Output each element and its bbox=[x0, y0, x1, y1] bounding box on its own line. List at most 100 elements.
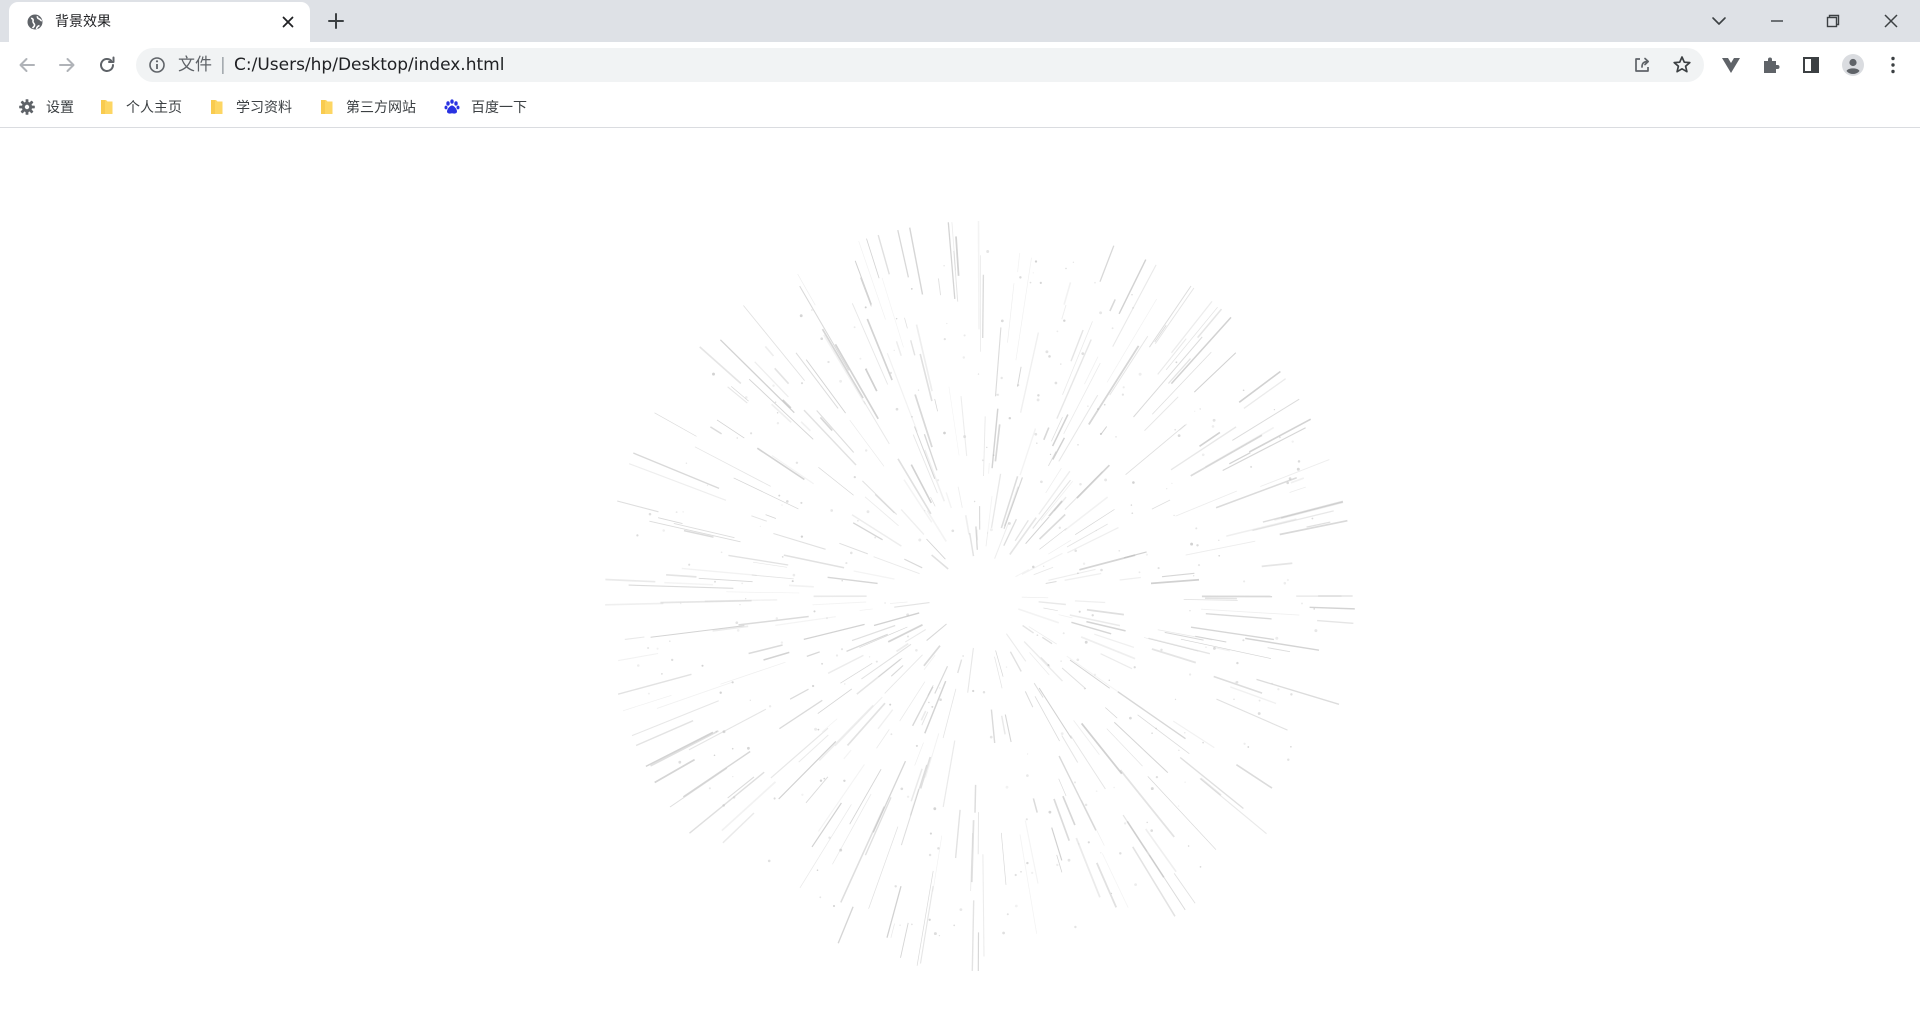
burst-streak bbox=[942, 740, 956, 808]
burst-streak bbox=[1080, 636, 1136, 660]
burst-streak bbox=[937, 278, 942, 296]
burst-streak bbox=[1066, 655, 1121, 694]
burst-dot bbox=[895, 407, 899, 411]
bookmark-folder-thirdparty[interactable]: 第三方网站 bbox=[318, 94, 416, 120]
burst-dot bbox=[1000, 376, 1003, 380]
burst-streak bbox=[886, 352, 918, 432]
burst-streak bbox=[924, 680, 947, 734]
burst-streak bbox=[664, 581, 714, 586]
burst-dot bbox=[1110, 892, 1113, 895]
burst-dot bbox=[1211, 425, 1215, 428]
bookmark-label: 设置 bbox=[46, 100, 74, 116]
burst-dot bbox=[1113, 786, 1115, 789]
bookmark-folder-study[interactable]: 学习资料 bbox=[208, 94, 292, 120]
burst-dot bbox=[1054, 381, 1058, 385]
burst-streak bbox=[931, 554, 949, 570]
burst-dot bbox=[1212, 418, 1216, 422]
burst-dot bbox=[1301, 602, 1303, 605]
info-icon[interactable] bbox=[148, 56, 166, 74]
burst-streak bbox=[1004, 714, 1012, 743]
burst-streak bbox=[669, 767, 728, 808]
burst-dot bbox=[1132, 481, 1135, 484]
bookmark-folder-personal[interactable]: 个人主页 bbox=[98, 94, 182, 120]
burst-dot bbox=[750, 432, 753, 435]
burst-dot bbox=[996, 393, 1000, 396]
burst-dot bbox=[1020, 870, 1022, 873]
menu-kebab-icon[interactable] bbox=[1880, 52, 1906, 78]
close-icon[interactable] bbox=[1878, 8, 1904, 34]
burst-streak bbox=[631, 700, 719, 737]
burst-streak bbox=[1317, 619, 1354, 624]
burst-dot bbox=[1171, 482, 1173, 485]
minimize-icon[interactable] bbox=[1764, 8, 1790, 34]
bookmark-settings[interactable]: 设置 bbox=[18, 94, 74, 120]
burst-streak bbox=[934, 665, 949, 694]
burst-streak bbox=[839, 542, 868, 555]
burst-dot bbox=[1065, 267, 1067, 270]
burst-streak bbox=[1024, 820, 1039, 884]
burst-streak bbox=[1125, 424, 1186, 476]
burst-streak bbox=[657, 517, 683, 525]
burst-streak bbox=[1048, 539, 1072, 555]
burst-dot bbox=[1045, 350, 1049, 354]
burst-dot bbox=[1250, 465, 1253, 468]
tab-close-icon[interactable] bbox=[279, 13, 297, 31]
active-tab[interactable]: 背景效果 bbox=[9, 2, 310, 42]
burst-dot bbox=[1087, 405, 1089, 407]
burst-streak bbox=[853, 570, 895, 580]
burst-streak bbox=[1070, 329, 1084, 362]
burst-dot bbox=[678, 760, 682, 764]
share-icon[interactable] bbox=[1631, 54, 1653, 76]
burst-dot bbox=[906, 795, 910, 798]
burst-dot bbox=[647, 692, 650, 695]
burst-streak bbox=[899, 681, 926, 722]
burst-streak bbox=[932, 835, 943, 892]
burst-streak bbox=[832, 793, 872, 865]
burst-dot bbox=[1026, 753, 1029, 755]
burst-streak bbox=[872, 760, 907, 833]
burst-streak bbox=[806, 651, 820, 658]
tab-title: 背景效果 bbox=[55, 14, 111, 30]
bookmark-star-icon[interactable] bbox=[1671, 54, 1693, 76]
reload-icon[interactable] bbox=[94, 52, 120, 78]
burst-streak bbox=[904, 558, 923, 569]
burst-streak bbox=[605, 578, 656, 583]
forward-icon[interactable] bbox=[54, 52, 80, 78]
burst-streak bbox=[983, 416, 986, 477]
profile-avatar-icon[interactable] bbox=[1840, 52, 1866, 78]
url-text[interactable]: C:/Users/hp/Desktop/index.html bbox=[234, 55, 504, 75]
burst-dot bbox=[823, 777, 826, 780]
burst-streak bbox=[1216, 698, 1288, 731]
burst-streak bbox=[1019, 834, 1038, 934]
burst-dot bbox=[1174, 698, 1177, 701]
burst-streak bbox=[798, 734, 829, 763]
restore-icon[interactable] bbox=[1820, 8, 1846, 34]
burst-dot bbox=[906, 613, 910, 617]
burst-dot bbox=[1150, 787, 1154, 791]
burst-streak bbox=[873, 556, 920, 575]
burst-streak bbox=[1019, 428, 1037, 476]
burst-streak bbox=[748, 378, 814, 440]
burst-streak bbox=[1105, 707, 1118, 719]
back-icon[interactable] bbox=[14, 52, 40, 78]
vuetools-extension-icon[interactable] bbox=[1718, 52, 1744, 78]
burst-streak bbox=[919, 353, 933, 402]
burst-streak bbox=[727, 776, 755, 799]
burst-streak bbox=[982, 854, 985, 957]
burst-streak bbox=[726, 591, 800, 594]
burst-streak bbox=[876, 729, 890, 749]
extensions-puzzle-icon[interactable] bbox=[1758, 52, 1784, 78]
burst-streak bbox=[909, 227, 924, 295]
burst-streak bbox=[1028, 626, 1057, 645]
burst-streak bbox=[774, 367, 790, 385]
burst-streak bbox=[877, 709, 894, 730]
burst-dot bbox=[1297, 460, 1301, 463]
new-tab-icon[interactable] bbox=[325, 10, 347, 32]
burst-dot bbox=[1014, 873, 1017, 877]
tab-search-icon[interactable] bbox=[1706, 8, 1732, 34]
bookmark-baidu[interactable]: 百度一下 bbox=[443, 94, 527, 120]
side-panel-icon[interactable] bbox=[1798, 52, 1824, 78]
burst-streak bbox=[1009, 651, 1022, 672]
address-bar[interactable]: 文件 | C:/Users/hp/Desktop/index.html bbox=[136, 48, 1704, 82]
burst-dot bbox=[671, 658, 674, 662]
